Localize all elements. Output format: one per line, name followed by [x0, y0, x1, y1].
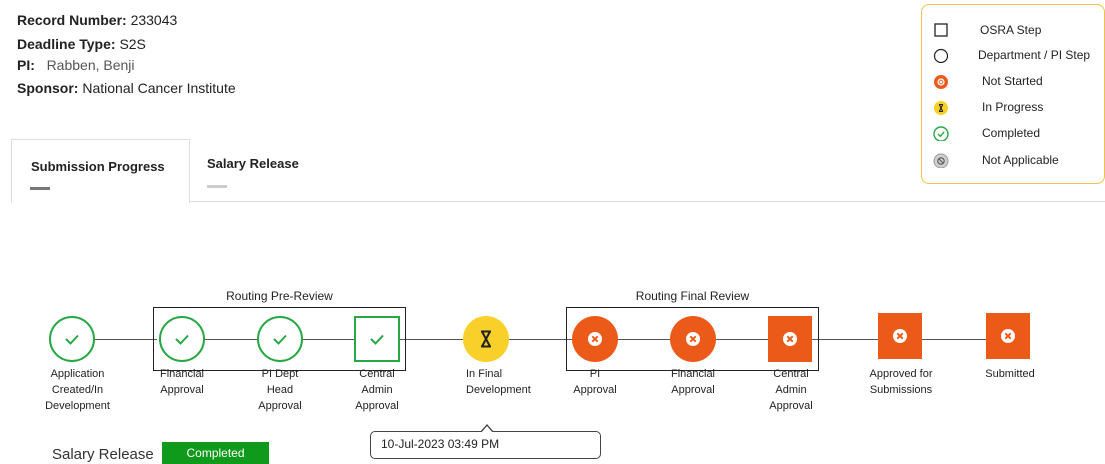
- pi-label: PI:: [17, 57, 35, 73]
- legend-label: In Progress: [982, 100, 1044, 114]
- x-circle-icon: [893, 329, 907, 343]
- x-circle-icon: [686, 332, 700, 346]
- step-approved-for-submissions[interactable]: [878, 313, 922, 359]
- step-label: Approved for Submissions: [869, 368, 933, 396]
- tooltip-arrow-fill: [481, 426, 493, 433]
- group-title-final-review: Routing Final Review: [635, 289, 750, 303]
- step-label: Central Admin Approval: [769, 368, 813, 412]
- legend-item-completed: Completed: [922, 123, 1105, 143]
- x-circle-icon: [588, 332, 602, 346]
- status-badge: Completed: [162, 442, 269, 464]
- status-legend: OSRA Step Department / PI Step Not Start…: [921, 4, 1105, 184]
- tab-salary-release[interactable]: Salary Release: [190, 139, 330, 201]
- tab-indicator: [30, 187, 50, 190]
- step-submitted[interactable]: [986, 313, 1030, 359]
- step-pi-dept-head-approval[interactable]: [257, 316, 303, 362]
- salary-release-label: Salary Release: [52, 446, 154, 463]
- pi: PI: Rabben, Benji: [17, 57, 135, 73]
- check-circle-green-icon: [933, 126, 949, 141]
- connector: [95, 339, 157, 340]
- step-label: Financial Approval: [670, 368, 716, 396]
- step-final-central-admin-approval[interactable]: [768, 316, 812, 362]
- legend-item-not-applicable: Not Applicable: [922, 150, 1105, 170]
- group-title-pre-review: Routing Pre-Review: [226, 289, 333, 303]
- legend-item-department-step: Department / PI Step: [922, 45, 1105, 65]
- record-number: Record Number: 233043: [17, 12, 177, 28]
- legend-item-in-progress: In Progress: [922, 97, 1105, 117]
- tooltip-text: 10-Jul-2023 03:49 PM: [381, 437, 500, 451]
- step-label: In Final Development: [466, 368, 531, 396]
- step-in-final-development[interactable]: [463, 316, 509, 362]
- tab-indicator: [207, 185, 227, 188]
- connector: [922, 339, 986, 340]
- pi-value: Rabben, Benji: [46, 57, 135, 73]
- step-final-financial-approval[interactable]: [670, 316, 716, 362]
- check-icon: [273, 334, 287, 345]
- step-label: Financial Approval: [159, 368, 205, 396]
- legend-label: Not Applicable: [982, 153, 1059, 167]
- step-application-created[interactable]: [49, 316, 95, 362]
- hourglass-icon: [481, 330, 491, 348]
- deadline-type: Deadline Type: S2S: [17, 36, 146, 52]
- legend-item-osra-step: OSRA Step: [922, 20, 1105, 40]
- hourglass-yellow-icon: [934, 101, 948, 115]
- tabs-divider: [190, 201, 1105, 202]
- step-central-admin-approval[interactable]: [354, 316, 400, 362]
- tab-label: Submission Progress: [31, 159, 165, 174]
- date-tooltip: 10-Jul-2023 03:49 PM: [370, 424, 601, 459]
- step-label: PI Approval: [573, 368, 617, 396]
- sponsor: Sponsor: National Cancer Institute: [17, 80, 236, 96]
- record-number-label: Record Number:: [17, 12, 127, 28]
- x-circle-icon: [1001, 329, 1015, 343]
- tab-label: Salary Release: [207, 156, 299, 171]
- check-icon: [370, 334, 384, 345]
- check-icon: [65, 334, 79, 345]
- sponsor-value: National Cancer Institute: [82, 80, 236, 96]
- na-circle-gray-icon: [933, 153, 949, 168]
- connector: [812, 339, 878, 340]
- legend-label: Department / PI Step: [978, 48, 1091, 62]
- deadline-type-value: S2S: [119, 36, 146, 52]
- x-circle-orange-icon: [934, 75, 948, 89]
- sponsor-label: Sponsor:: [17, 80, 79, 96]
- connector: [400, 339, 463, 340]
- step-financial-approval[interactable]: [159, 316, 205, 362]
- legend-label: Completed: [982, 126, 1041, 140]
- record-number-value: 233043: [130, 12, 178, 28]
- square-outline-icon: [934, 23, 948, 37]
- circle-outline-icon: [933, 48, 949, 63]
- step-label: Central Admin Approval: [355, 368, 399, 412]
- legend-label: OSRA Step: [980, 23, 1042, 37]
- check-icon: [175, 334, 189, 345]
- step-label: PI Dept Head Approval: [258, 368, 302, 412]
- x-circle-icon: [783, 332, 797, 346]
- legend-item-not-started: Not Started: [922, 71, 1105, 91]
- deadline-type-label: Deadline Type:: [17, 36, 116, 52]
- legend-label: Not Started: [982, 74, 1043, 88]
- step-label: Application Created/In Development: [45, 368, 110, 412]
- step-pi-approval[interactable]: [572, 316, 618, 362]
- step-label: Submitted: [985, 368, 1035, 380]
- connector: [509, 339, 572, 340]
- tab-submission-progress[interactable]: Submission Progress: [11, 139, 190, 203]
